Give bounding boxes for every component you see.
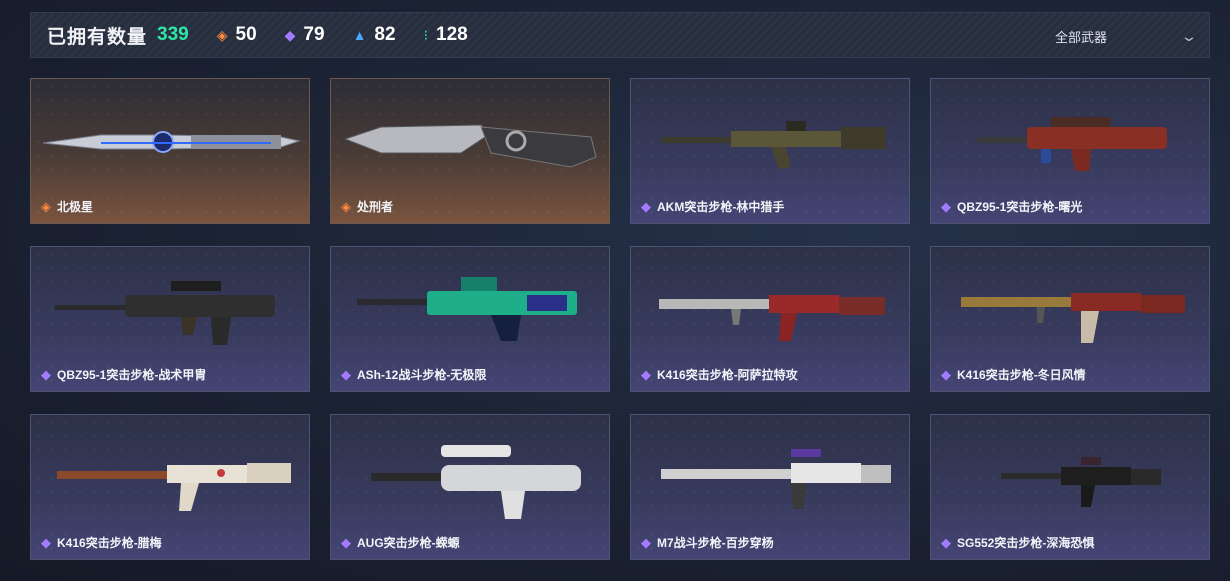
stat-legendary: ◈ 50 xyxy=(217,24,257,46)
weapon-card[interactable]: ◆ K416突击步枪-阿萨拉特攻 xyxy=(630,246,910,392)
teal-diamond-icon: ⁝ xyxy=(423,26,429,43)
weapon-title: ◈ 北极星 xyxy=(41,198,93,215)
weapon-card[interactable]: ◆ ASh-12战斗步枪-无极限 xyxy=(330,246,610,392)
stat-common: ⁝ 128 xyxy=(424,24,468,46)
weapon-name: ASh-12战斗步枪-无极限 xyxy=(357,368,487,382)
weapon-image xyxy=(1001,457,1161,507)
epic-rarity-icon: ◆ xyxy=(941,366,951,382)
inventory-summary-bar: 已拥有数量 339 ◈ 50 ◆ 79 ▲ 82 ⁝ 128 全部武器 ⌄ xyxy=(30,12,1210,58)
weapon-title: ◆ K416突击步枪-腊梅 xyxy=(41,534,162,551)
weapon-image xyxy=(343,124,597,168)
weapon-title: ◆ AUG突击步枪-蝾螈 xyxy=(341,534,460,551)
stat-epic: ◆ 79 xyxy=(285,24,325,46)
weapon-title: ◆ K416突击步枪-冬日风情 xyxy=(941,366,1086,383)
weapon-name: K416突击步枪-阿萨拉特攻 xyxy=(657,368,798,382)
weapon-name: AKM突击步枪-林中猎手 xyxy=(657,200,785,214)
epic-rarity-icon: ◆ xyxy=(341,366,351,382)
legendary-rarity-icon: ◈ xyxy=(41,198,51,214)
weapon-image xyxy=(42,131,301,153)
weapon-card[interactable]: ◈ 处刑者 xyxy=(330,78,610,224)
weapon-image xyxy=(961,293,1185,343)
owned-count-value: 339 xyxy=(157,24,189,45)
weapon-filter-selected: 全部武器 xyxy=(1055,29,1108,45)
stat-value: 79 xyxy=(303,24,325,45)
weapon-image xyxy=(57,463,291,511)
epic-rarity-icon: ◆ xyxy=(341,534,351,550)
epic-rarity-icon: ◆ xyxy=(41,366,51,382)
weapon-image xyxy=(661,449,891,509)
epic-rarity-icon: ◆ xyxy=(641,198,651,214)
weapon-name: 北极星 xyxy=(57,200,94,214)
weapon-name: K416突击步枪-腊梅 xyxy=(57,536,162,550)
weapon-title: ◆ QBZ95-1突击步枪-战术甲胄 xyxy=(41,366,206,383)
weapon-name: AUG突击步枪-蝾螈 xyxy=(357,536,460,550)
weapon-title: ◆ M7战斗步枪-百步穿杨 xyxy=(641,534,774,551)
weapon-name: SG552突击步枪-深海恐惧 xyxy=(957,536,1095,550)
weapon-title: ◈ 处刑者 xyxy=(341,198,393,215)
stat-value: 82 xyxy=(374,24,396,45)
weapon-image xyxy=(977,117,1167,171)
weapon-title: ◆ ASh-12战斗步枪-无极限 xyxy=(341,366,486,383)
weapon-title: ◆ K416突击步枪-阿萨拉特攻 xyxy=(641,366,798,383)
weapon-card[interactable]: ◆ M7战斗步枪-百步穿杨 xyxy=(630,414,910,560)
weapon-card[interactable]: ◆ AUG突击步枪-蝾螈 xyxy=(330,414,610,560)
weapon-name: QBZ95-1突击步枪-战术甲胄 xyxy=(57,368,207,382)
weapon-card[interactable]: ◆ QBZ95-1突击步枪-曙光 xyxy=(930,78,1210,224)
orange-diamond-icon: ◈ xyxy=(216,26,228,43)
weapon-card[interactable]: ◆ QBZ95-1突击步枪-战术甲胄 xyxy=(30,246,310,392)
legendary-rarity-icon: ◈ xyxy=(341,198,351,214)
weapon-card[interactable]: ◆ K416突击步枪-冬日风情 xyxy=(930,246,1210,392)
weapon-title: ◆ SG552突击步枪-深海恐惧 xyxy=(941,534,1094,551)
epic-rarity-icon: ◆ xyxy=(641,534,651,550)
weapon-image xyxy=(371,445,581,519)
weapon-image xyxy=(661,121,886,169)
weapon-title: ◆ AKM突击步枪-林中猎手 xyxy=(641,198,784,215)
weapon-card[interactable]: ◆ SG552突击步枪-深海恐惧 xyxy=(930,414,1210,560)
owned-count-label: 已拥有数量 xyxy=(47,26,148,48)
weapon-filter-dropdown[interactable]: 全部武器 ⌄ xyxy=(1055,13,1198,59)
stat-value: 50 xyxy=(235,24,257,45)
epic-rarity-icon: ◆ xyxy=(941,534,951,550)
weapon-card[interactable]: ◆ K416突击步枪-腊梅 xyxy=(30,414,310,560)
weapon-image xyxy=(659,295,885,341)
weapon-name: 处刑者 xyxy=(357,200,394,214)
epic-rarity-icon: ◆ xyxy=(941,198,951,214)
weapon-name: QBZ95-1突击步枪-曙光 xyxy=(957,200,1083,214)
weapon-name: M7战斗步枪-百步穿杨 xyxy=(657,536,774,550)
chevron-down-icon: ⌄ xyxy=(1180,27,1198,44)
weapon-card[interactable]: ◆ AKM突击步枪-林中猎手 xyxy=(630,78,910,224)
stat-rare: ▲ 82 xyxy=(353,24,396,46)
weapon-card[interactable]: ◈ 北极星 xyxy=(30,78,310,224)
weapon-title: ◆ QBZ95-1突击步枪-曙光 xyxy=(941,198,1082,215)
weapon-name: K416突击步枪-冬日风情 xyxy=(957,368,1086,382)
purple-diamond-icon: ◆ xyxy=(284,26,296,43)
stat-value: 128 xyxy=(436,24,468,45)
blue-diamond-icon: ▲ xyxy=(352,27,367,43)
weapon-image xyxy=(55,281,275,345)
epic-rarity-icon: ◆ xyxy=(41,534,51,550)
epic-rarity-icon: ◆ xyxy=(641,366,651,382)
weapon-image xyxy=(357,277,577,341)
weapon-grid: ◈ 北极星 ◈ 处刑者 ◆ AKM突击步枪-林中猎手 ◆ QBZ95-1突击步枪… xyxy=(30,78,1210,560)
